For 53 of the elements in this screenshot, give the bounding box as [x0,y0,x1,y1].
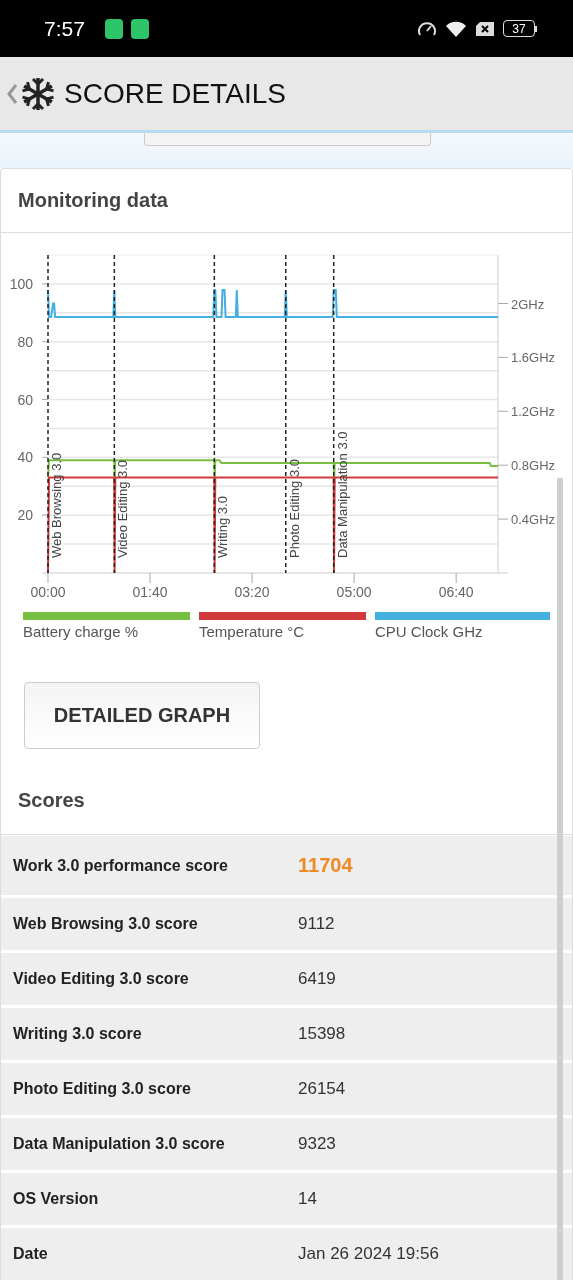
axis-label: 1.6GHz [511,350,556,366]
section-title: Scores [18,789,85,812]
axis-label: 1.2GHz [511,404,556,420]
score-label: Photo Editing 3.0 score [13,1080,192,1098]
axis-label: 06:40 [438,584,474,600]
score-value: 9323 [298,1134,337,1154]
clock: 7:57 [44,16,85,41]
legend-label: Temperature °C [199,623,305,640]
axis-label: 03:20 [234,584,270,600]
legend-label: Battery charge % [23,623,139,640]
app-icon [130,18,149,39]
score-value: 9112 [298,914,336,934]
score-label: Data Manipulation 3.0 score [13,1135,226,1153]
axis-label: 01:40 [132,584,168,600]
snowflake-icon [20,75,56,112]
axis-label: 0.8GHz [511,458,556,474]
legend-label: CPU Clock GHz [375,623,483,640]
score-value: 6419 [298,969,337,989]
axis-label: 05:00 [336,584,372,600]
page-title: SCORE DETAILS [64,77,286,110]
score-value: 26154 [298,1079,347,1099]
marker-label: Data Manipulation 3.0 [334,431,350,558]
score-value: Jan 26 2024 19:56 [298,1244,440,1264]
axis-label: 2GHz [511,296,545,312]
marker-label: Photo Editing 3.0 [286,458,302,558]
score-value: 14 [298,1189,318,1209]
axis-label: 0.4GHz [511,512,556,528]
battery-level: 37 [503,20,535,37]
partial-button[interactable] [144,133,431,146]
back-icon[interactable] [6,81,18,106]
score-label: Date [13,1245,49,1263]
score-label: Work 3.0 performance score [13,856,229,875]
marker-label: Video Editing 3.0 [115,459,131,558]
app-icon [104,18,123,39]
marker-label: Writing 3.0 [215,496,231,558]
axis-label: 100 [9,275,33,292]
axis-label: 80 [17,333,33,350]
no-sim-icon [475,20,495,37]
wifi-icon [445,19,467,38]
detailed-graph-button[interactable]: DETAILED GRAPH [24,682,260,749]
score-label: Writing 3.0 score [13,1025,143,1043]
score-value: 11704 [298,854,354,877]
axis-label: 00:00 [30,584,66,600]
score-label: Web Browsing 3.0 score [13,915,199,933]
marker-label: Web Browsing 3.0 [49,452,64,558]
score-label: OS Version [13,1190,100,1208]
score-label: Video Editing 3.0 score [13,970,190,988]
axis-label: 60 [17,391,33,408]
score-value: 15398 [298,1024,347,1044]
speedometer-icon [417,19,437,38]
axis-label: 40 [17,449,33,466]
axis-label: 20 [17,507,33,524]
section-title: Monitoring data [18,189,168,212]
